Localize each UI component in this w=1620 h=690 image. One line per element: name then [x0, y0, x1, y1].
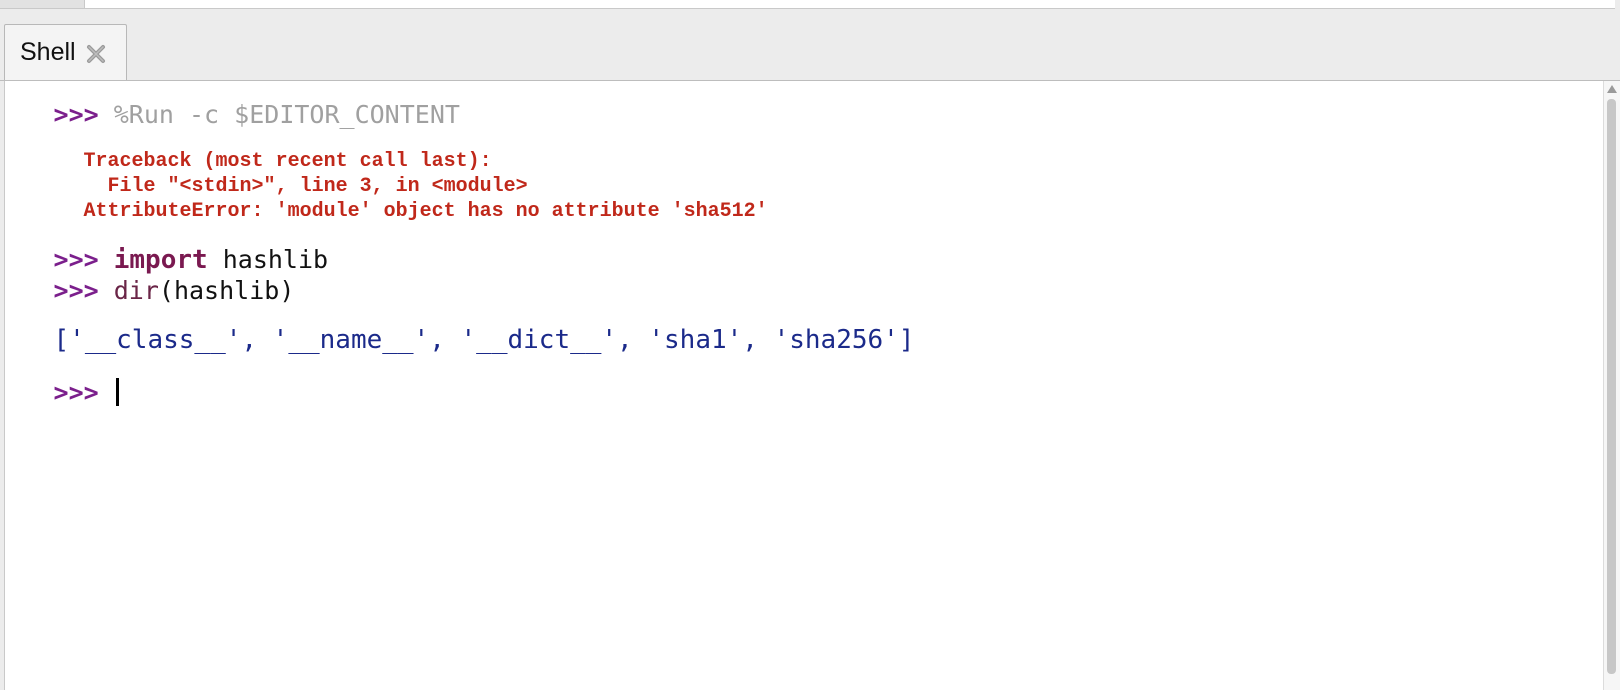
- editor-gutter-edge: [0, 0, 84, 9]
- dir-output: ['__class__', '__name__', '__dict__', 's…: [53, 325, 915, 355]
- shell-prompt: >>>: [53, 100, 99, 129]
- dir-function: dir: [113, 276, 159, 305]
- shell-line-current[interactable]: >>>: [15, 362, 119, 422]
- shell-prompt: >>>: [53, 276, 99, 305]
- shell-line-run: >>> %Run -c $EDITOR_CONTENT: [15, 86, 460, 143]
- text-cursor: [115, 378, 119, 406]
- close-icon[interactable]: [85, 43, 107, 65]
- tab-label: Shell: [20, 38, 76, 66]
- shell-console[interactable]: >>> %Run -c $EDITOR_CONTENT Traceback (m…: [4, 81, 1605, 690]
- vertical-scrollbar[interactable]: [1603, 81, 1620, 690]
- scrollbar-thumb[interactable]: [1607, 99, 1616, 674]
- editor-area-edge: [0, 0, 1620, 10]
- run-command: %Run -c $EDITOR_CONTENT: [113, 100, 460, 129]
- shell-prompt: >>>: [53, 378, 99, 407]
- tab-bar: Shell: [0, 10, 1620, 81]
- editor-bottom-edge: [84, 0, 1615, 9]
- tab-shell[interactable]: Shell: [4, 24, 127, 80]
- scroll-up-arrow-icon[interactable]: [1607, 85, 1617, 93]
- dir-args: (hashlib): [158, 276, 295, 305]
